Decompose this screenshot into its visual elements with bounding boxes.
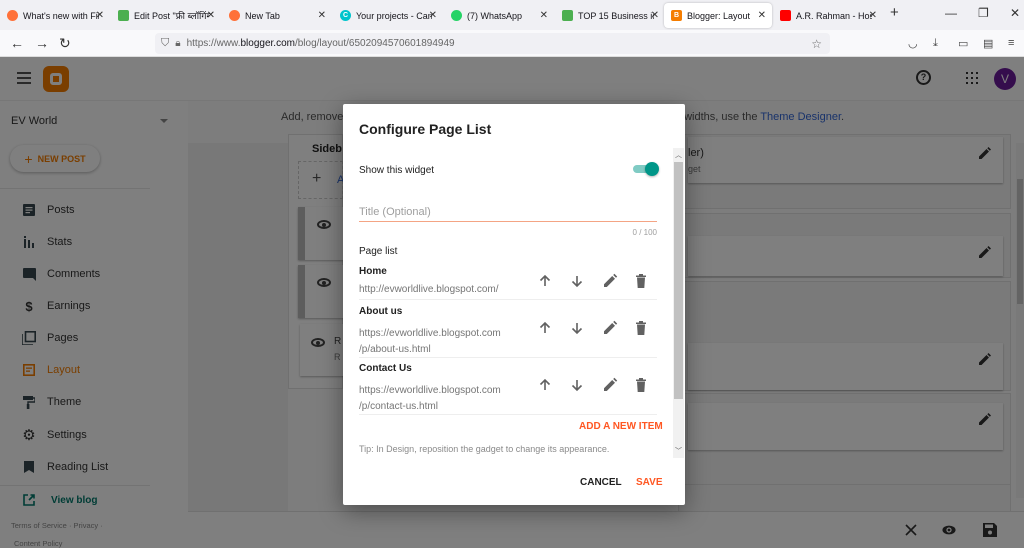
add-new-item-button[interactable]: ADD A NEW ITEM — [579, 421, 663, 432]
forward-icon[interactable]: → — [35, 35, 49, 51]
close-tab-icon[interactable]: ✕ — [96, 10, 104, 21]
page-url: https://evworldlive.blogspot.com/p/conta… — [359, 383, 509, 415]
tab-title: TOP 15 Business idea — [578, 10, 654, 21]
delete-trash-icon[interactable] — [633, 320, 649, 336]
tab-title: Blogger: Layout — [687, 10, 751, 21]
page-url-line: /p/contact-us.html — [359, 401, 438, 412]
edit-pencil-icon[interactable] — [602, 320, 618, 336]
toggle-knob — [645, 162, 659, 176]
browser-tab[interactable]: TOP 15 Business idea ✕ — [555, 3, 665, 28]
delete-trash-icon[interactable] — [633, 377, 649, 393]
url-prefix: https://www. — [186, 38, 241, 49]
scroll-thumb[interactable] — [674, 162, 683, 399]
close-tab-icon[interactable]: ✕ — [758, 10, 766, 21]
firefox-icon — [7, 10, 18, 21]
blogger-icon: B — [671, 10, 682, 21]
browser-tab-bar: What's new with Fire ✕ Edit Post "फ्री ब… — [0, 0, 1024, 30]
page-url: http://evworldlive.blogspot.com/ — [359, 282, 509, 298]
shield-icon: ⛉ — [161, 37, 170, 49]
new-tab-button[interactable]: + — [890, 4, 899, 21]
youtube-icon — [780, 10, 791, 21]
edit-pencil-icon[interactable] — [602, 377, 618, 393]
title-char-counter: 0 / 100 — [632, 228, 657, 237]
url-bar[interactable]: ⛉ 🔒︎ https://www. blogger.com/blog/layout… — [155, 33, 830, 54]
page-list-item: Contact Us https://evworldlive.blogspot.… — [359, 363, 657, 415]
url-host: blogger.com — [240, 38, 295, 49]
tab-title: New Tab — [245, 10, 280, 21]
tab-title: (7) WhatsApp — [467, 10, 523, 21]
tab-title: Your projects - Canva — [356, 10, 432, 21]
save-button[interactable]: SAVE — [636, 477, 663, 488]
close-tab-icon[interactable]: ✕ — [318, 10, 326, 21]
browser-tab[interactable]: A.R. Rahman - Hosanna ✕ — [773, 3, 883, 28]
page-list-label: Page list — [359, 246, 398, 257]
firefox-icon — [229, 10, 240, 21]
move-up-icon[interactable] — [537, 377, 553, 393]
browser-nav-bar: ← → ↻ ⛉ 🔒︎ https://www. blogger.com/blog/… — [0, 30, 1024, 57]
move-up-icon[interactable] — [537, 273, 553, 289]
close-tab-icon[interactable]: ✕ — [207, 10, 215, 21]
close-tab-icon[interactable]: ✕ — [869, 10, 877, 21]
canva-icon: C — [340, 10, 351, 21]
url-path: /blog/layout/6502094570601894949 — [294, 38, 455, 49]
browser-tab[interactable]: What's new with Fire ✕ — [0, 3, 110, 28]
browser-tab[interactable]: Edit Post "फ्री ब्लॉगिंग ✕ — [111, 3, 221, 28]
configure-page-list-dialog: Configure Page List Show this widget 0 /… — [343, 104, 685, 505]
move-down-icon[interactable] — [569, 377, 585, 393]
page-name: Home — [359, 266, 387, 277]
minimize-button[interactable]: — — [945, 6, 957, 20]
page-url: https://evworldlive.blogspot.com/p/about… — [359, 326, 509, 358]
tip-text: Tip: In Design, reposition the gadget to… — [359, 444, 610, 454]
browser-tab[interactable]: (7) WhatsApp ✕ — [444, 3, 554, 28]
move-up-icon[interactable] — [537, 320, 553, 336]
browser-tab-active[interactable]: B Blogger: Layout ✕ — [664, 3, 772, 28]
scroll-down-icon[interactable]: ﹀ — [674, 446, 683, 456]
page-name: About us — [359, 306, 403, 317]
cancel-button[interactable]: CANCEL — [580, 477, 622, 488]
whatsapp-icon — [451, 10, 462, 21]
tab-title: Edit Post "फ्री ब्लॉगिंग — [134, 11, 210, 21]
back-icon[interactable]: ← — [10, 35, 24, 51]
move-down-icon[interactable] — [569, 320, 585, 336]
close-tab-icon[interactable]: ✕ — [540, 10, 548, 21]
tree-icon — [118, 10, 129, 21]
pocket-icon[interactable]: ◡ — [908, 37, 918, 50]
menu-icon[interactable]: ≡ — [1008, 37, 1014, 49]
page-url-line: /p/about-us.html — [359, 344, 431, 355]
page-url-line: https://evworldlive.blogspot.com — [359, 328, 501, 339]
browser-tab[interactable]: C Your projects - Canva ✕ — [333, 3, 443, 28]
dialog-scrollbar[interactable]: ︿ ﹀ — [673, 148, 684, 458]
show-widget-label: Show this widget — [359, 165, 435, 176]
page-name: Contact Us — [359, 363, 412, 374]
edit-pencil-icon[interactable] — [602, 273, 618, 289]
browser-tab[interactable]: New Tab ✕ — [222, 3, 332, 28]
close-tab-icon[interactable]: ✕ — [429, 10, 437, 21]
page-url-line: https://evworldlive.blogspot.com — [359, 385, 501, 396]
move-down-icon[interactable] — [569, 273, 585, 289]
tree-icon — [562, 10, 573, 21]
download-icon[interactable]: ⤓ — [933, 37, 938, 50]
lock-icon: 🔒︎ — [175, 38, 181, 49]
close-tab-icon[interactable]: ✕ — [651, 10, 659, 21]
reload-icon[interactable]: ↻ — [59, 35, 71, 52]
sidebar-toggle-icon[interactable]: ▭ — [958, 37, 968, 50]
delete-trash-icon[interactable] — [633, 273, 649, 289]
dialog-title: Configure Page List — [359, 121, 492, 137]
tab-title: What's new with Fire — [23, 10, 99, 21]
bookmark-star-icon[interactable]: ☆ — [811, 37, 822, 51]
restore-button[interactable]: ❐ — [978, 6, 989, 20]
page-list-item: About us https://evworldlive.blogspot.co… — [359, 306, 657, 358]
extension-icon[interactable]: ▤ — [983, 37, 993, 50]
dialog-body: Show this widget 0 / 100 Page list Home … — [343, 148, 685, 458]
page-list-item: Home http://evworldlive.blogspot.com/ — [359, 266, 657, 300]
show-widget-toggle[interactable] — [633, 162, 659, 176]
page-url-line: http://evworldlive.blogspot.com/ — [359, 284, 499, 295]
close-window-button[interactable]: ✕ — [1010, 6, 1020, 20]
title-input[interactable] — [359, 202, 657, 222]
tab-title: A.R. Rahman - Hosanna — [796, 10, 872, 21]
scroll-up-icon[interactable]: ︿ — [674, 150, 683, 160]
